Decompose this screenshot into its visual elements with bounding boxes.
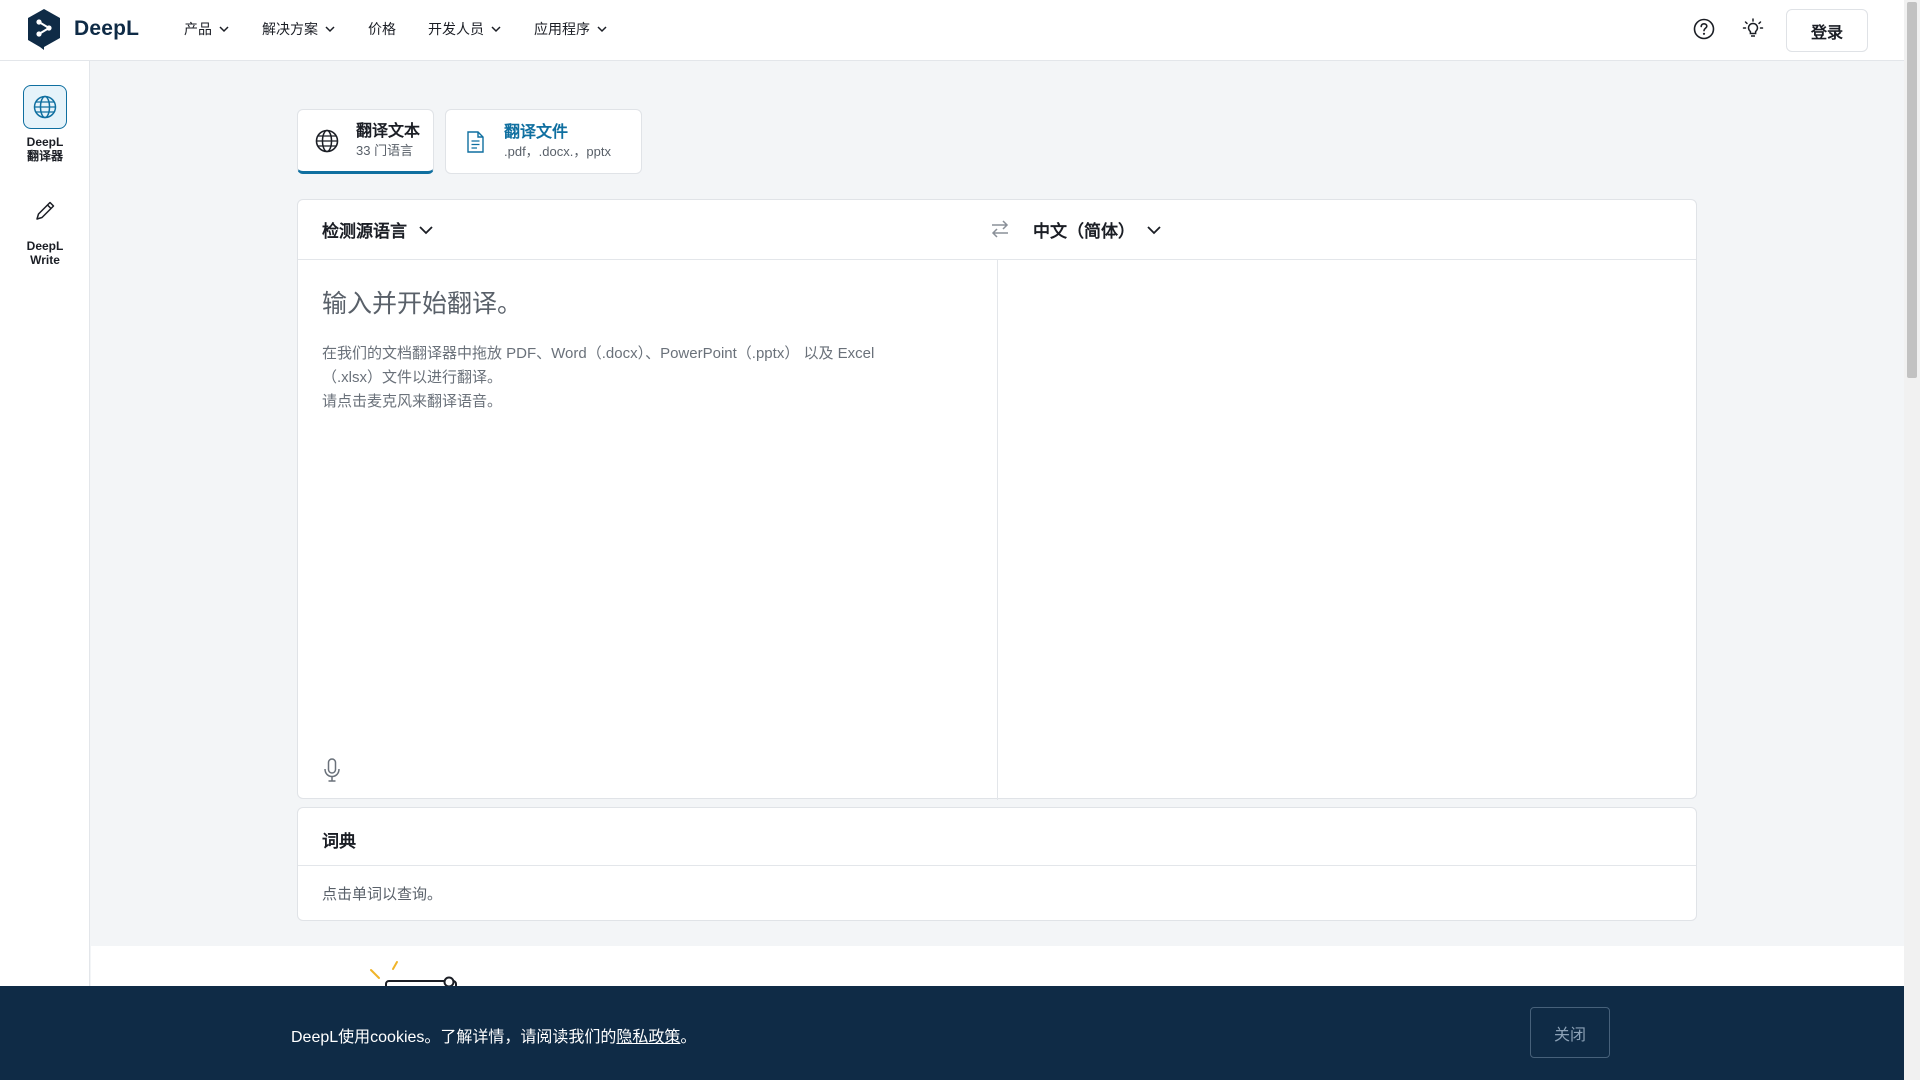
deepl-logo-icon — [28, 9, 60, 50]
tab-icon — [460, 127, 490, 157]
help-icon — [1693, 18, 1715, 40]
privacy-policy-link[interactable]: 隐私政策 — [616, 1029, 680, 1046]
page-scrollbar[interactable] — [1904, 0, 1920, 1080]
left-sidebar: DeepL 翻译器 DeepL Write — [0, 61, 90, 1080]
source-placeholder: 输入并开始翻译。 — [322, 290, 523, 318]
language-bar: 检测源语言 中文（简体） — [298, 200, 1696, 260]
translator-panel: 检测源语言 中文（简体） 输入并开始翻译。 在我们的文档翻译器中拖放 PDF、W… — [297, 199, 1697, 800]
nav-solutions[interactable]: 解决方案 — [262, 19, 336, 39]
cookie-message: DeepL使用cookies。了解详情，请阅读我们的隐私政策。 — [291, 1023, 696, 1047]
sidebar-item-translator[interactable]: DeepL 翻译器 — [0, 85, 90, 163]
dictionary-title: 词典 — [322, 832, 356, 851]
microphone-button[interactable] — [320, 756, 344, 784]
feature-tips-button[interactable] — [1739, 15, 1767, 43]
login-button[interactable]: 登录 — [1786, 9, 1868, 52]
source-language-select[interactable]: 检测源语言 — [322, 217, 435, 242]
target-text-output[interactable] — [998, 261, 1697, 799]
cookie-text-end: 。 — [680, 1029, 697, 1046]
nav-pricing-label: 价格 — [368, 21, 396, 37]
scrollbar-thumb[interactable] — [1907, 2, 1917, 378]
dictionary-divider — [298, 865, 1696, 866]
swap-languages-button[interactable] — [986, 215, 1014, 243]
chevron-down-icon — [597, 26, 607, 33]
hint-line: （.xlsx）文件以进行翻译。 — [322, 369, 503, 386]
sidebar-item-label: DeepL Write — [26, 239, 64, 267]
target-language-label: 中文（简体） — [1033, 222, 1135, 241]
tab-subtitle: 33 门语言 — [356, 142, 414, 158]
microphone-icon — [324, 758, 340, 782]
tab-text-block: 翻译文件 .pdf，.docx.，pptx — [504, 123, 611, 161]
nav-apps-label: 应用程序 — [534, 21, 590, 37]
chevron-down-icon — [1147, 225, 1161, 234]
source-text-input[interactable]: 输入并开始翻译。 在我们的文档翻译器中拖放 PDF、Word（.docx）、Po… — [322, 284, 942, 414]
sidebar-icon-box — [23, 189, 67, 233]
tab-subtitle: .pdf，.docx.，pptx — [504, 143, 611, 159]
chevron-down-icon — [325, 26, 335, 33]
pencil-icon — [36, 201, 55, 220]
cookie-banner: DeepL使用cookies。了解详情，请阅读我们的隐私政策。 关闭 — [0, 986, 1904, 1080]
nav-developers-label: 开发人员 — [428, 21, 484, 37]
cookie-text: DeepL使用cookies。了解详情，请阅读我们的 — [291, 1029, 617, 1046]
source-language-label: 检测源语言 — [322, 222, 407, 241]
nav-solutions-label: 解决方案 — [262, 21, 318, 37]
chevron-down-icon — [419, 225, 433, 234]
nav-apps[interactable]: 应用程序 — [534, 19, 608, 39]
tab-title: 翻译文件 — [504, 123, 569, 141]
sidebar-item-write[interactable]: DeepL Write — [0, 189, 90, 267]
top-header: DeepL 产品 解决方案 价格 开发人员 应用程序 登录 — [0, 0, 1904, 61]
nav-pricing[interactable]: 价格 — [368, 19, 396, 39]
nav-products[interactable]: 产品 — [184, 19, 230, 39]
tab-translate-files[interactable]: 翻译文件 .pdf，.docx.，pptx — [445, 109, 642, 174]
hint-line: 请点击麦克风来翻译语音。 — [322, 393, 503, 410]
nav-developers[interactable]: 开发人员 — [428, 19, 502, 39]
dictionary-hint: 点击单词以查询。 — [322, 886, 443, 903]
source-hint: 在我们的文档翻译器中拖放 PDF、Word（.docx）、PowerPoint（… — [322, 342, 942, 414]
tab-icon — [312, 126, 342, 156]
globe-icon — [315, 129, 339, 152]
lightbulb-icon — [1742, 18, 1764, 37]
dictionary-panel: 词典 点击单词以查询。 — [297, 807, 1697, 921]
deepl-logo[interactable]: DeepL — [26, 8, 139, 50]
chevron-down-icon — [491, 26, 501, 33]
decorative-illustration-icon — [370, 961, 457, 986]
nav-products-label: 产品 — [184, 21, 212, 37]
main-nav: 产品 解决方案 价格 开发人员 应用程序 — [184, 19, 640, 39]
brand-name: DeepL — [74, 17, 140, 40]
document-icon — [467, 130, 484, 153]
help-button[interactable] — [1690, 15, 1718, 43]
tab-translate-text[interactable]: 翻译文本 33 门语言 — [297, 109, 434, 174]
target-language-select[interactable]: 中文（简体） — [1033, 217, 1163, 242]
tab-text-block: 翻译文本 33 门语言 — [356, 122, 420, 160]
hint-line: 在我们的文档翻译器中拖放 PDF、Word（.docx）、PowerPoint（… — [322, 345, 875, 362]
lower-section — [91, 946, 1904, 986]
sidebar-item-label: DeepL 翻译器 — [26, 135, 64, 163]
chevron-down-icon — [219, 26, 229, 33]
tab-title: 翻译文本 — [356, 122, 421, 140]
swap-arrows-icon — [991, 220, 1009, 238]
sidebar-icon-box — [23, 85, 67, 129]
cookie-close-button[interactable]: 关闭 — [1530, 1007, 1610, 1058]
globe-icon — [33, 95, 57, 119]
